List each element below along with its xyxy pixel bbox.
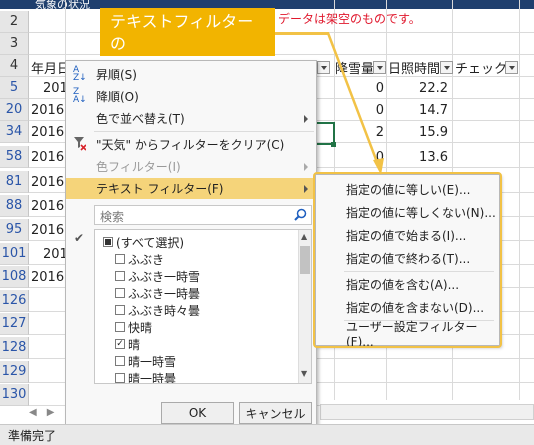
checkbox[interactable] — [115, 271, 125, 281]
menu-clear-filter[interactable]: "天気" からフィルターをクリア(C) — [66, 134, 316, 155]
search-icon — [294, 208, 307, 221]
sort-ascending-icon: A Z↓ — [73, 65, 87, 83]
callout-line-1: テキストフィルターの — [110, 12, 254, 53]
checkbox[interactable]: ✓ — [115, 339, 125, 349]
ok-button[interactable]: OK — [161, 402, 234, 424]
menu-sort-descending[interactable]: Z A↓ 降順(O) — [66, 86, 316, 107]
callout-box: テキストフィルターの 中に詳細設定がある — [100, 8, 275, 75]
row-header[interactable]: 108 — [0, 266, 29, 288]
status-bar: 準備完了 — [0, 424, 534, 445]
callout-arrow — [326, 32, 384, 175]
sheet-nav[interactable]: ◀ ▶ — [29, 403, 59, 421]
row-header[interactable]: 81 — [0, 171, 29, 193]
table-cell[interactable]: 15.9 — [388, 121, 448, 143]
filter-value-item[interactable]: ふぶき一時雪 — [115, 267, 200, 285]
row-header[interactable]: 3 — [0, 33, 29, 55]
filter-dropdown-sunshine[interactable] — [440, 61, 453, 74]
status-text: 準備完了 — [8, 428, 57, 443]
table-cell[interactable]: 13.6 — [388, 146, 448, 168]
row-header[interactable]: 20 — [0, 99, 29, 121]
row-header[interactable]: 5 — [0, 77, 29, 99]
chevron-right-icon — [304, 162, 308, 171]
menu-text-filter[interactable]: テキスト フィルター(F) — [66, 178, 316, 199]
checkbox[interactable] — [115, 373, 125, 383]
dropdown-icon — [443, 65, 450, 70]
filter-value-item[interactable]: (すべて選択) — [103, 233, 184, 251]
row-header[interactable]: 128 — [0, 337, 29, 359]
menu-sort-ascending[interactable]: A Z↓ 昇順(S) — [66, 64, 316, 85]
value-list: (すべて選択) ふぶき ふぶき一時雪 ふぶき一時曇 ふぶき時々曇 快晴 ✓ 晴晴一時雪 晴一時曇… — [94, 229, 312, 384]
checkbox[interactable] — [115, 254, 125, 264]
filter-value-item[interactable]: 晴一時曇 — [115, 369, 176, 383]
row-header[interactable]: 2 — [0, 11, 29, 33]
table-cell[interactable]: 22.2 — [388, 77, 448, 99]
chevron-right-icon — [304, 184, 308, 193]
left-arrow-icon[interactable]: ◀ — [29, 407, 37, 418]
checkbox[interactable] — [103, 237, 113, 247]
filter-value-item[interactable]: ふぶき一時曇 — [115, 284, 200, 302]
callout-connector — [275, 32, 329, 35]
table-cell[interactable]: 14.7 — [388, 99, 448, 121]
chevron-down-icon[interactable]: ▼ — [301, 369, 307, 378]
row-header[interactable]: 101 — [0, 243, 29, 265]
sheet-title: 気象の状況 — [35, 0, 90, 11]
clear-filter-icon — [74, 137, 87, 151]
filter-value-item[interactable]: ✓ 晴 — [115, 335, 140, 353]
chevron-right-icon — [304, 114, 308, 123]
scroll-thumb[interactable] — [300, 246, 310, 274]
filter-value-item[interactable]: 晴一時雪 — [115, 352, 176, 370]
checkbox[interactable] — [115, 322, 125, 332]
row-header[interactable]: 58 — [0, 146, 29, 168]
menu-sort-by-color[interactable]: 色で並べ替え(T) — [66, 108, 316, 129]
filter-value-item[interactable]: ふぶき — [115, 250, 164, 268]
checkbox[interactable] — [115, 288, 125, 298]
menu-separator — [94, 131, 314, 132]
vertical-scrollbar[interactable]: ▲ ▼ — [298, 230, 311, 383]
row-header[interactable]: 88 — [0, 195, 29, 217]
filter-dropdown-check[interactable] — [505, 61, 518, 74]
notice-text: データは架空のものです。 — [278, 12, 421, 26]
dropdown-icon — [508, 65, 515, 70]
row-header[interactable]: 34 — [0, 121, 29, 143]
submenu-highlight-outline — [313, 172, 502, 348]
chevron-up-icon[interactable]: ▲ — [301, 232, 307, 241]
row-header[interactable]: 4 — [0, 55, 29, 77]
cancel-button[interactable]: キャンセル — [239, 402, 312, 424]
filter-value-item[interactable]: ふぶき時々曇 — [115, 301, 200, 319]
header-sunshine: 日照時間 — [388, 62, 441, 77]
filter-value-item[interactable]: 快晴 — [115, 318, 152, 336]
menu-color-filter[interactable]: 色フィルター(I) — [66, 156, 316, 177]
filter-menu: A Z↓ 昇順(S) Z A↓ 降順(O) 色で並べ替え(T) "天気" からフィル… — [65, 60, 317, 428]
horizontal-scrollbar[interactable] — [320, 404, 534, 420]
row-header[interactable]: 126 — [0, 290, 29, 312]
checkbox[interactable] — [115, 305, 125, 315]
right-arrow-icon[interactable]: ▶ — [47, 407, 55, 418]
row-header[interactable]: 95 — [0, 219, 29, 241]
checkmark-icon: ✔ — [74, 231, 85, 245]
search-input[interactable]: 検索 — [94, 205, 312, 225]
row-header[interactable]: 129 — [0, 361, 29, 383]
row-header[interactable]: 127 — [0, 313, 29, 335]
checkbox[interactable] — [115, 356, 125, 366]
row-header[interactable]: 130 — [0, 384, 29, 406]
header-check: チェック — [455, 62, 508, 77]
sort-descending-icon: Z A↓ — [73, 87, 87, 105]
